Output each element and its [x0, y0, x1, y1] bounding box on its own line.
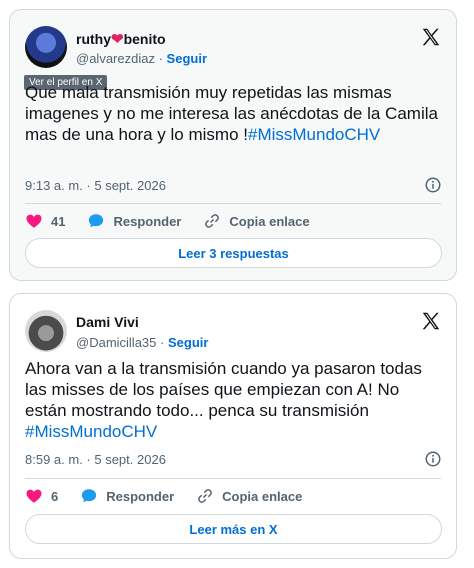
heart-emoji-icon: ❤ — [111, 31, 124, 48]
x-logo-icon[interactable] — [420, 26, 442, 48]
divider — [25, 478, 441, 479]
avatar[interactable] — [25, 26, 67, 68]
action-bar: 6 Responder Copia enlace — [25, 485, 441, 507]
handle-row: @Damicilla35 · Seguir — [76, 335, 208, 350]
tweet-text: Que mala transmisión muy repetidas las m… — [25, 82, 442, 145]
tweet-text: Ahora van a la transmisión cuando ya pas… — [25, 358, 442, 442]
hashtag-link[interactable]: #MissMundoCHV — [25, 422, 157, 441]
reply-bubble-icon — [89, 214, 104, 228]
reply-label: Responder — [113, 213, 182, 229]
display-name[interactable]: ruthy❤benito — [76, 30, 166, 48]
reply-button[interactable]: Responder — [87, 212, 181, 230]
separator: · — [158, 51, 163, 66]
tweet-card-1: ruthy❤benito @alvarezdiaz · Seguir Ver e… — [9, 9, 457, 281]
like-count: 6 — [51, 488, 59, 504]
handle[interactable]: @Damicilla35 — [76, 335, 156, 350]
action-bar: 41 Responder Copia enlace — [25, 210, 441, 232]
tweet-card-2: Dami Vivi @Damicilla35 · Seguir Ahora va… — [9, 293, 457, 559]
timestamp[interactable]: 8:59 a. m. · 5 sept. 2026 — [25, 452, 166, 467]
tweet-text-content: Ahora van a la transmisión cuando ya pas… — [25, 359, 422, 420]
link-icon — [205, 214, 220, 228]
copy-link-button[interactable]: Copia enlace — [203, 212, 310, 230]
like-button[interactable]: 6 — [25, 487, 58, 505]
divider — [25, 203, 441, 204]
display-name[interactable]: Dami Vivi — [76, 314, 139, 330]
heart-icon — [26, 214, 42, 228]
follow-button[interactable]: Seguir — [168, 335, 208, 350]
separator: · — [160, 335, 165, 350]
info-icon[interactable] — [424, 450, 442, 468]
timestamp[interactable]: 9:13 a. m. · 5 sept. 2026 — [25, 178, 166, 193]
avatar[interactable] — [25, 310, 67, 352]
copy-link-label: Copia enlace — [229, 213, 310, 229]
handle-row: @alvarezdiaz · Seguir — [76, 51, 207, 66]
follow-button[interactable]: Seguir — [167, 51, 207, 66]
display-name-part1[interactable]: ruthy — [76, 31, 111, 47]
handle[interactable]: @alvarezdiaz — [76, 51, 155, 66]
reply-button[interactable]: Responder — [80, 487, 174, 505]
reply-label: Responder — [106, 488, 175, 504]
heart-icon — [26, 489, 42, 503]
x-logo-icon[interactable] — [420, 310, 442, 332]
read-more-button[interactable]: Leer más en X — [25, 514, 442, 544]
like-button[interactable]: 41 — [25, 212, 65, 230]
link-icon — [198, 489, 212, 503]
read-replies-button[interactable]: Leer 3 respuestas — [25, 238, 442, 268]
display-name-part2[interactable]: benito — [124, 31, 166, 47]
copy-link-label: Copia enlace — [222, 488, 303, 504]
copy-link-button[interactable]: Copia enlace — [196, 487, 302, 505]
info-icon[interactable] — [424, 176, 442, 194]
reply-bubble-icon — [82, 489, 97, 503]
hashtag-link[interactable]: #MissMundoCHV — [248, 125, 380, 144]
like-count: 41 — [51, 213, 66, 229]
